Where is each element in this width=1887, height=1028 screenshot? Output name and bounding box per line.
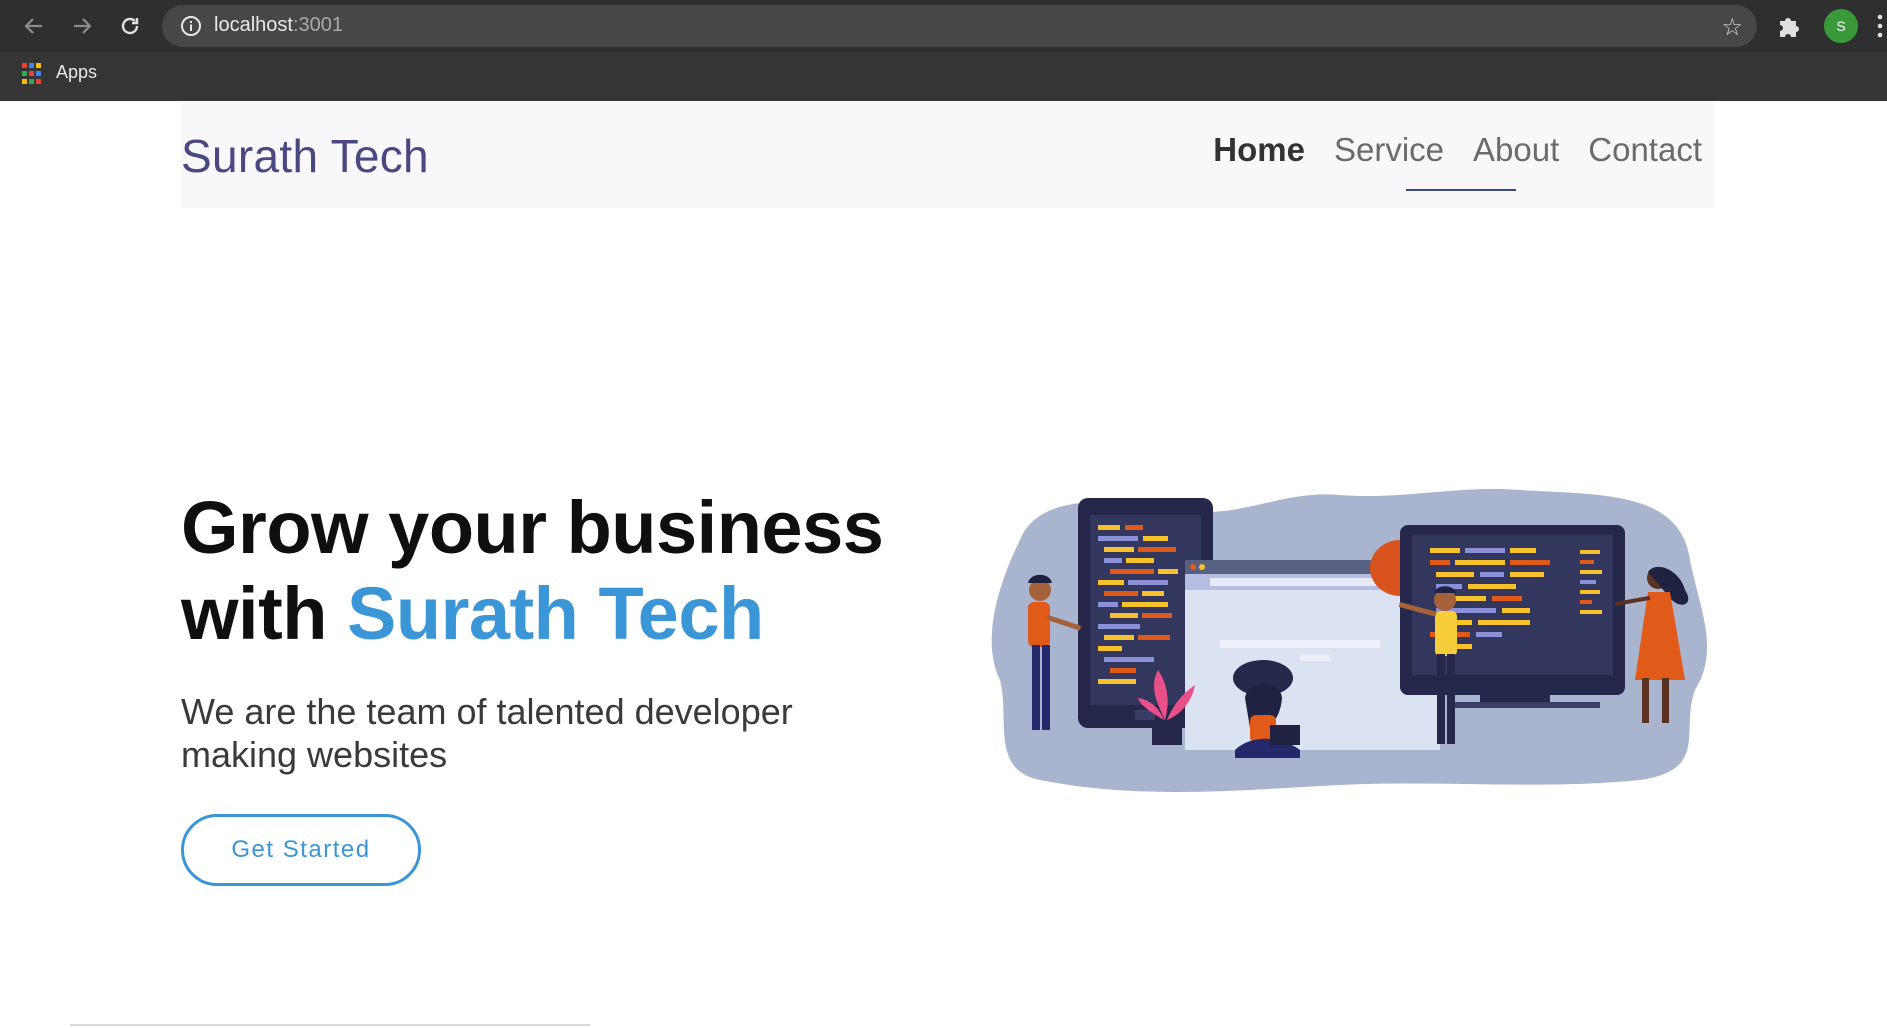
puzzle-icon[interactable] xyxy=(1775,12,1803,40)
hero-title: Grow your business with Surath Tech xyxy=(181,485,884,657)
nav-links: Home Service About Contact xyxy=(1186,131,1704,169)
browser-chrome: localhost:3001 ☆ S Apps xyxy=(0,0,1887,101)
reload-icon[interactable] xyxy=(114,10,146,42)
address-bar[interactable]: localhost:3001 ☆ xyxy=(162,5,1757,47)
hero-subtitle: We are the team of talented developer ma… xyxy=(181,691,793,775)
nav-home[interactable]: Home xyxy=(1211,131,1307,169)
avatar[interactable]: S xyxy=(1824,9,1858,43)
hero-title-line1: Grow your business xyxy=(181,486,884,569)
arrow-left-icon[interactable] xyxy=(18,10,50,42)
info-icon[interactable] xyxy=(180,15,202,37)
apps-grid-icon[interactable] xyxy=(22,63,44,85)
bookmark-apps[interactable]: Apps xyxy=(56,62,97,83)
nav-service[interactable]: Service xyxy=(1332,131,1446,169)
hero-illustration xyxy=(991,488,1708,792)
url-text[interactable]: localhost:3001 xyxy=(214,14,343,37)
page-divider xyxy=(70,1024,590,1026)
arrow-right-icon[interactable] xyxy=(66,10,98,42)
active-nav-underline xyxy=(1406,189,1516,191)
bookmarks-bar xyxy=(0,52,1887,101)
nav-contact[interactable]: Contact xyxy=(1586,131,1704,169)
kebab-menu-icon[interactable] xyxy=(1876,12,1884,40)
get-started-button[interactable]: Get Started xyxy=(181,814,421,886)
hero-title-accent: Surath Tech xyxy=(347,572,764,655)
hero-title-prefix: with xyxy=(181,572,348,655)
nav-about[interactable]: About xyxy=(1471,131,1561,169)
site-navbar: Surath Tech Home Service About Contact xyxy=(181,101,1714,208)
site-brand[interactable]: Surath Tech xyxy=(181,129,429,183)
star-icon[interactable]: ☆ xyxy=(1721,13,1743,41)
